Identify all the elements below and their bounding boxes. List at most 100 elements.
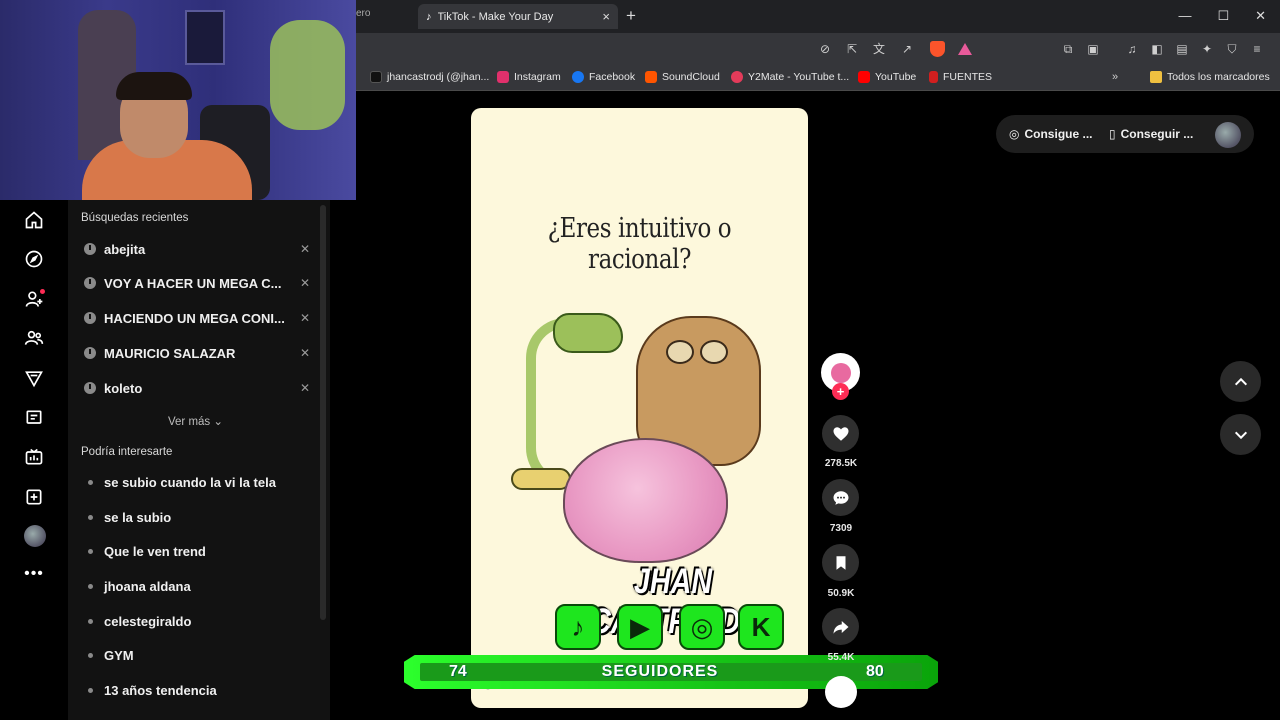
sound-disc-avatar[interactable] — [825, 676, 857, 708]
recent-search-label: VOY A HACER UN MEGA C... — [104, 275, 282, 291]
bookmark-soundcloud[interactable]: SoundCloud — [645, 71, 720, 83]
panel-scrollbar[interactable] — [320, 205, 326, 620]
user-avatar[interactable] — [1215, 122, 1241, 148]
recent-search-label: koleto — [104, 380, 143, 396]
suggestion-item[interactable]: celestegiraldo — [88, 611, 191, 631]
recent-search-item[interactable]: HACIENDO UN MEGA CONI... ✕ — [84, 308, 310, 328]
all-bookmarks-folder[interactable]: Todos los marcadores — [1150, 71, 1270, 83]
friends-icon[interactable] — [22, 326, 46, 350]
tab-tiktok[interactable]: ♪ TikTok - Make Your Day × — [418, 4, 618, 29]
media-icon[interactable]: ♫ — [1125, 42, 1139, 56]
suggestion-item[interactable]: se la subio — [88, 507, 171, 527]
bookmark-instagram[interactable]: Instagram — [497, 71, 561, 83]
tv-icon[interactable] — [22, 445, 46, 469]
share-icon[interactable]: ↗ — [900, 42, 914, 56]
save-button[interactable] — [822, 544, 859, 581]
home-icon[interactable] — [22, 208, 46, 232]
no-translate-icon[interactable]: ⊘ — [818, 42, 832, 56]
kick-social-icon: K — [738, 604, 784, 650]
wallet-icon[interactable]: ▤ — [1175, 42, 1189, 56]
minimize-button[interactable]: — — [1178, 8, 1191, 24]
remove-recent-button[interactable]: ✕ — [294, 242, 310, 256]
comment-icon — [833, 490, 848, 505]
see-more-button[interactable]: Ver más ⌄ — [168, 414, 223, 428]
bookmark-fuentes[interactable]: FUENTES — [929, 71, 992, 83]
suggestion-item[interactable]: se subio cuando la vi la tela — [88, 472, 276, 492]
bookmark-youtube[interactable]: YouTube — [858, 71, 916, 83]
tab-title: TikTok - Make Your Day — [437, 10, 554, 23]
get-app-label: Conseguir ... — [1120, 127, 1194, 141]
tab-close-button[interactable]: × — [602, 9, 610, 24]
leo-ai-icon[interactable]: ✦ — [1200, 42, 1214, 56]
extensions-icon[interactable]: ⧉ — [1061, 42, 1075, 56]
bookmark-tiktok-profile[interactable]: jhancastrodj (@jhan... — [370, 71, 489, 83]
like-count: 278.5K — [824, 458, 858, 469]
fuentes-icon — [929, 71, 938, 83]
recent-search-item[interactable]: abejita ✕ — [84, 239, 310, 259]
comment-button[interactable] — [822, 479, 859, 516]
sidebar-icon[interactable]: ◧ — [1150, 42, 1164, 56]
suggestions-title: Podría interesarte — [81, 446, 173, 458]
bookmark-label: jhancastrodj (@jhan... — [387, 71, 490, 83]
maximize-button[interactable]: ☐ — [1217, 8, 1229, 24]
close-window-button[interactable]: ✕ — [1255, 8, 1266, 24]
get-app-button[interactable]: ▯ Conseguir ... — [1109, 127, 1193, 141]
new-tab-button[interactable]: + — [626, 6, 636, 26]
brave-shields-icon[interactable] — [930, 41, 945, 57]
recent-search-item[interactable]: koleto ✕ — [84, 378, 310, 398]
remove-recent-button[interactable]: ✕ — [294, 276, 310, 290]
menu-icon[interactable]: ≡ — [1250, 42, 1264, 56]
bullet — [88, 618, 93, 624]
brave-rewards-icon[interactable] — [958, 43, 972, 55]
suggestion-item[interactable]: Que le ven trend — [88, 541, 206, 561]
remove-recent-button[interactable]: ✕ — [294, 311, 310, 325]
bookmark-y2mate[interactable]: Y2Mate - YouTube t... — [731, 71, 849, 83]
brain-illustration — [563, 438, 728, 563]
phone-icon: ▯ — [1109, 127, 1116, 141]
facebook-icon — [572, 71, 584, 83]
suggestion-item[interactable]: jhoana aldana — [88, 576, 191, 596]
heart-icon — [833, 426, 848, 441]
upload-icon[interactable] — [22, 485, 46, 509]
bookmark-label: SoundCloud — [662, 71, 720, 83]
next-video-button[interactable] — [1220, 414, 1261, 455]
y2mate-icon — [731, 71, 743, 83]
live-icon[interactable] — [22, 366, 46, 390]
messages-icon[interactable] — [22, 406, 46, 430]
suggestion-item[interactable]: 13 años tendencia — [88, 680, 217, 700]
follower-count: 74 — [449, 663, 467, 680]
owl-eye — [666, 340, 694, 364]
recent-search-item[interactable]: MAURICIO SALAZAR ✕ — [84, 343, 310, 363]
follow-button[interactable]: + — [832, 383, 849, 400]
recent-search-item[interactable]: VOY A HACER UN MEGA C... ✕ — [84, 273, 310, 293]
suggestion-item[interactable]: GYM — [88, 645, 134, 665]
suggestion-label: jhoana aldana — [104, 578, 191, 594]
bookmark-label: YouTube — [875, 71, 917, 83]
bookmarks-overflow-button[interactable]: » — [1112, 71, 1118, 83]
instagram-icon — [497, 71, 509, 83]
compass-icon: ◎ — [1009, 127, 1020, 141]
get-coins-button[interactable]: ◎ Consigue ... — [1009, 127, 1093, 141]
explore-icon[interactable] — [22, 247, 46, 271]
bookmark-facebook[interactable]: Facebook — [572, 71, 635, 83]
webcam-overlay — [0, 0, 356, 200]
tiktok-favicon-icon: ♪ — [426, 10, 432, 23]
translate-icon[interactable]: 文 — [872, 42, 886, 56]
bookmark-icon — [836, 555, 845, 570]
open-external-icon[interactable]: ⇱ — [845, 42, 859, 56]
history-icon — [84, 382, 96, 394]
more-options-icon[interactable]: ••• — [22, 562, 46, 586]
vpn-shield-icon[interactable]: ⛉ — [1225, 42, 1239, 56]
reader-icon[interactable]: ▣ — [1086, 42, 1100, 56]
previous-tab[interactable]: ero — [356, 8, 370, 19]
previous-video-button[interactable] — [1220, 361, 1261, 402]
profile-avatar[interactable] — [24, 525, 46, 547]
video-question-text: ¿Eres intuitivo o racional? — [547, 213, 732, 275]
like-button[interactable] — [822, 415, 859, 452]
notification-dot — [40, 289, 45, 294]
remove-recent-button[interactable]: ✕ — [294, 381, 310, 395]
webcam-person-hair — [116, 72, 192, 100]
bookmark-label: FUENTES — [943, 71, 993, 83]
share-button[interactable] — [822, 608, 859, 645]
remove-recent-button[interactable]: ✕ — [294, 346, 310, 360]
